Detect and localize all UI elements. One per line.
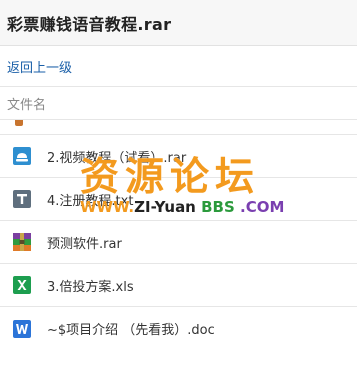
word-file-icon xyxy=(13,319,31,338)
back-row: 返回上一级 xyxy=(0,46,357,87)
excel-file-icon xyxy=(13,276,31,294)
list-item-partial xyxy=(0,120,357,135)
file-name: 预测软件.rar xyxy=(47,236,122,252)
archive-file-icon xyxy=(13,233,31,251)
page-title: 彩票赚钱语音教程.rar xyxy=(7,14,172,34)
file-row[interactable]: 预测软件.rar xyxy=(0,221,357,264)
file-list: 2.视频教程（试看）.rar 4.注册教程.txt 预测软件.rar 3.倍投方… xyxy=(0,120,357,350)
file-name: 3.倍投方案.xls xyxy=(47,279,134,295)
text-file-icon xyxy=(13,190,31,208)
file-browser-page: 彩票赚钱语音教程.rar 返回上一级 文件名 2.视频教程（试看）.rar 4.… xyxy=(0,0,357,365)
file-row[interactable]: 4.注册教程.txt xyxy=(0,178,357,221)
cloud-drive-icon xyxy=(13,147,31,165)
partial-file-icon xyxy=(15,120,23,126)
file-name: ~$项目介绍 （先看我）.doc xyxy=(47,323,215,338)
file-row[interactable]: 2.视频教程（试看）.rar xyxy=(0,135,357,178)
file-row[interactable]: ~$项目介绍 （先看我）.doc xyxy=(0,307,357,350)
file-row[interactable]: 3.倍投方案.xls xyxy=(0,264,357,307)
filename-column-label: 文件名 xyxy=(7,97,47,113)
back-link[interactable]: 返回上一级 xyxy=(7,57,72,76)
file-name: 2.视频教程（试看）.rar xyxy=(47,150,187,166)
column-header: 文件名 xyxy=(0,87,357,120)
file-name: 4.注册教程.txt xyxy=(47,193,134,209)
page-header: 彩票赚钱语音教程.rar xyxy=(0,0,357,46)
